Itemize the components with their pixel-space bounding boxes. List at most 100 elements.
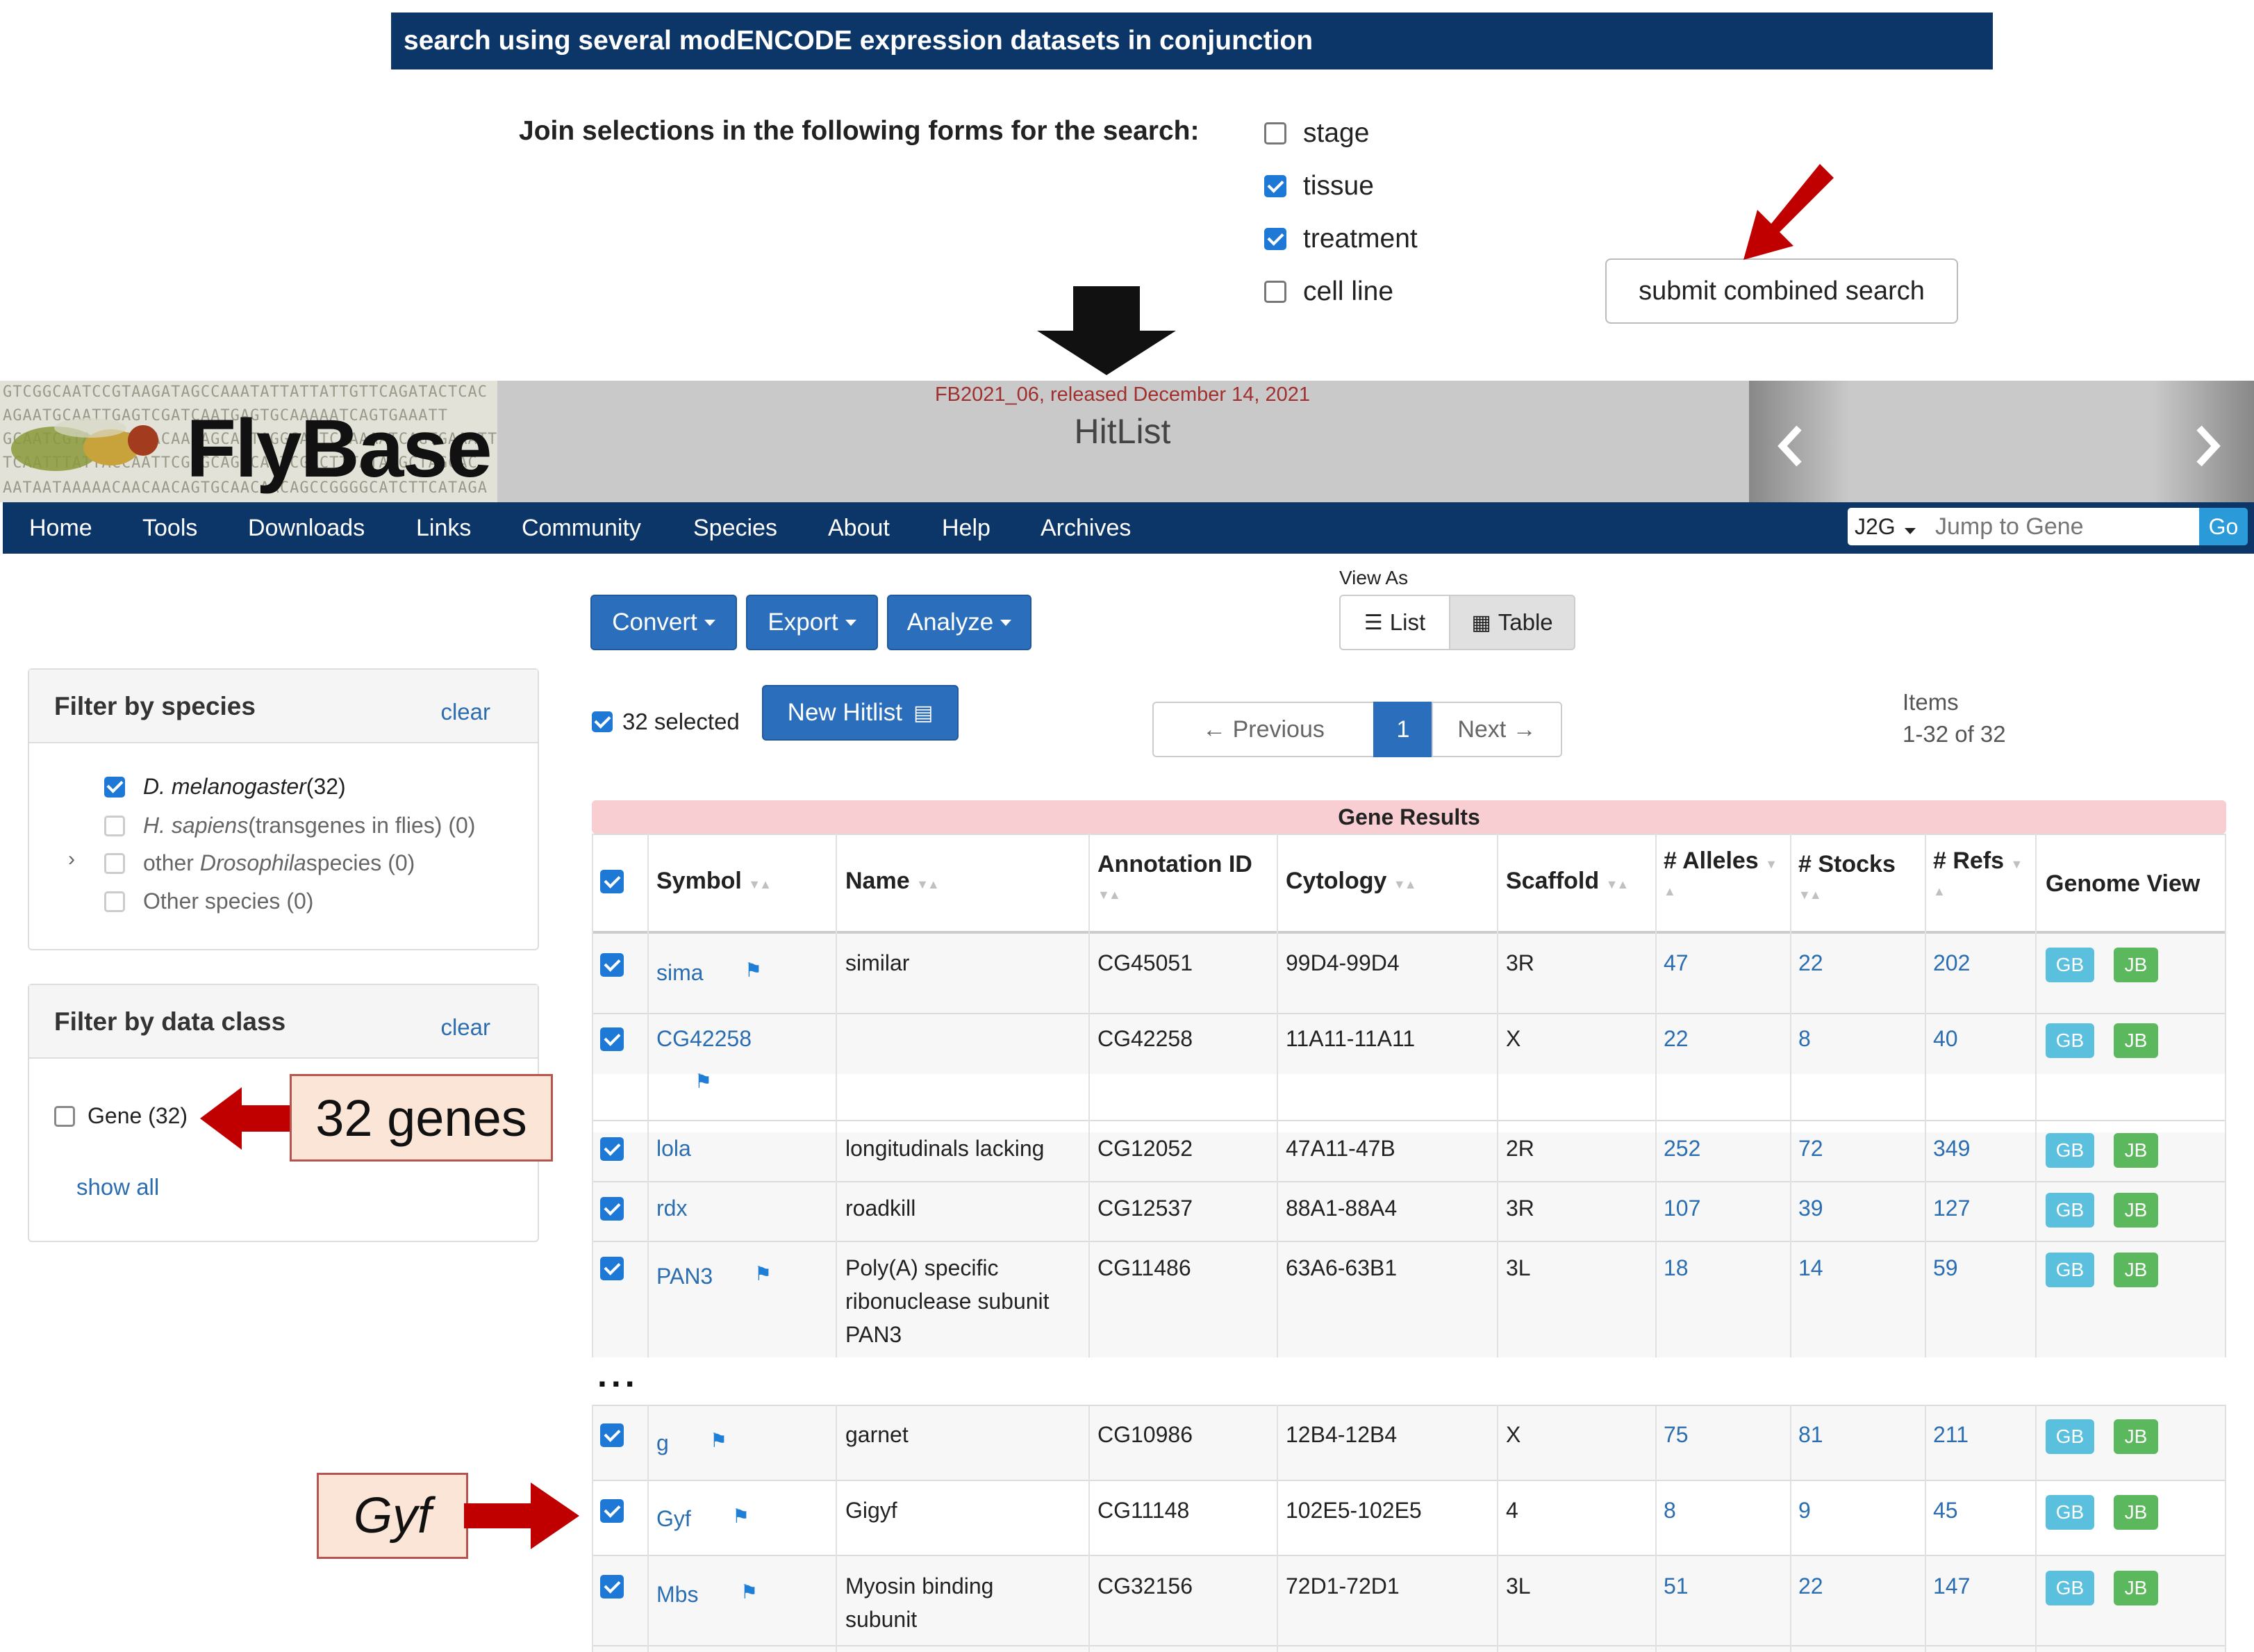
select-all-control[interactable]: 32 selected (592, 709, 740, 735)
jb-button[interactable]: JB (2114, 1023, 2158, 1058)
row-select-checkbox[interactable] (600, 1027, 624, 1051)
select-all-checkbox[interactable] (592, 711, 613, 732)
cell-line-checkbox[interactable] (1264, 281, 1286, 303)
option-stage[interactable]: stage (1264, 113, 1369, 154)
alleles-link[interactable]: 75 (1664, 1418, 1689, 1451)
tissue-checkbox[interactable] (1264, 175, 1286, 197)
gb-button[interactable]: GB (2046, 1023, 2094, 1058)
jb-button[interactable]: JB (2114, 1495, 2158, 1530)
option-treatment[interactable]: treatment (1264, 218, 1418, 260)
column-header-cytology[interactable]: Cytology ▼▲ (1286, 868, 1417, 895)
flag-icon[interactable]: ⚑ (732, 1505, 749, 1528)
column-header-symbol[interactable]: Symbol ▼▲ (656, 868, 772, 895)
jb-button[interactable]: JB (2114, 1419, 2158, 1454)
jb-button[interactable]: JB (2114, 1571, 2158, 1605)
stocks-link[interactable]: 72 (1798, 1132, 1823, 1165)
stocks-link[interactable]: 22 (1798, 1569, 1823, 1603)
gene-checkbox[interactable] (54, 1105, 75, 1127)
row-select-checkbox[interactable] (600, 1575, 624, 1599)
nav-species[interactable]: Species (693, 502, 777, 554)
refs-link[interactable]: 40 (1933, 1022, 1958, 1055)
gene-symbol-link[interactable]: Mbs (656, 1578, 698, 1611)
option-cell-line[interactable]: cell line (1264, 271, 1393, 313)
stage-checkbox[interactable] (1264, 122, 1286, 144)
alleles-link[interactable]: 18 (1664, 1251, 1689, 1285)
column-header-alleles[interactable]: # Alleles ▼ ▲ (1664, 848, 1777, 902)
gene-symbol-link[interactable]: lola (656, 1132, 691, 1165)
row-select-checkbox[interactable] (600, 1197, 624, 1221)
species-item-melanogaster[interactable]: D. melanogaster (32) (104, 774, 346, 800)
gb-button[interactable]: GB (2046, 1571, 2094, 1605)
nav-about[interactable]: About (828, 502, 890, 554)
refs-link[interactable]: 45 (1933, 1494, 1958, 1527)
view-table-button[interactable]: ▦ Table (1449, 595, 1575, 650)
nav-downloads[interactable]: Downloads (248, 502, 365, 554)
refs-link[interactable]: 147 (1933, 1569, 1970, 1603)
nav-tools[interactable]: Tools (142, 502, 197, 554)
alleles-link[interactable]: 107 (1664, 1191, 1700, 1225)
jb-button[interactable]: JB (2114, 948, 2158, 982)
species-item-other-drosophila[interactable]: other Drosophila species (0) (104, 850, 415, 876)
clear-species-link[interactable]: clear (440, 699, 490, 725)
gb-button[interactable]: GB (2046, 1495, 2094, 1530)
column-header-refs[interactable]: # Refs ▼ ▲ (1933, 848, 2023, 902)
view-list-button[interactable]: ☰ List (1339, 595, 1450, 650)
chevron-left-icon[interactable] (1777, 424, 1805, 468)
column-header-annotation-id[interactable]: Annotation ID ▼▲ (1097, 851, 1252, 905)
new-hitlist-button[interactable]: New Hitlist ▤ (762, 685, 959, 741)
refs-link[interactable]: 211 (1933, 1418, 1969, 1451)
species-checkbox[interactable] (104, 891, 125, 912)
gene-symbol-link[interactable]: rdx (656, 1191, 687, 1225)
refs-link[interactable]: 202 (1933, 946, 1970, 980)
species-item-other[interactable]: Other species (0) (104, 889, 313, 914)
analyze-button[interactable]: Analyze (887, 595, 1031, 650)
treatment-checkbox[interactable] (1264, 228, 1286, 250)
column-header-scaffold[interactable]: Scaffold ▼▲ (1506, 868, 1629, 895)
show-all-link[interactable]: show all (76, 1174, 159, 1200)
row-select-checkbox[interactable] (600, 1137, 624, 1161)
refs-link[interactable]: 59 (1933, 1251, 1958, 1285)
gene-symbol-link[interactable]: g (656, 1426, 669, 1460)
header-select-checkbox[interactable] (600, 870, 624, 893)
option-tissue[interactable]: tissue (1264, 165, 1374, 207)
stocks-link[interactable]: 9 (1798, 1494, 1811, 1527)
jb-button[interactable]: JB (2114, 1253, 2158, 1287)
go-button[interactable]: Go (2199, 508, 2248, 545)
stocks-link[interactable]: 14 (1798, 1251, 1823, 1285)
gene-symbol-link[interactable]: Gyf (656, 1502, 691, 1535)
jb-button[interactable]: JB (2114, 1133, 2158, 1168)
convert-button[interactable]: Convert (590, 595, 737, 650)
column-header-stocks[interactable]: # Stocks ▼▲ (1798, 851, 1896, 905)
stocks-link[interactable]: 39 (1798, 1191, 1823, 1225)
gb-button[interactable]: GB (2046, 1133, 2094, 1168)
alleles-link[interactable]: 47 (1664, 946, 1689, 980)
refs-link[interactable]: 127 (1933, 1191, 1970, 1225)
alleles-link[interactable]: 252 (1664, 1132, 1700, 1165)
alleles-link[interactable]: 22 (1664, 1022, 1689, 1055)
flag-icon[interactable]: ⚑ (695, 1070, 712, 1093)
species-checkbox[interactable] (104, 852, 125, 874)
row-select-checkbox[interactable] (600, 1257, 624, 1280)
expand-chevron-icon[interactable]: › (68, 848, 75, 871)
flybase-logo[interactable]: GTCGGCAATCCGTAAGATAGCCAAATATTATTATTGTTCA… (0, 381, 497, 502)
stocks-link[interactable]: 8 (1798, 1022, 1811, 1055)
jump-to-gene-input[interactable] (1928, 508, 2199, 545)
alleles-link[interactable]: 8 (1664, 1494, 1676, 1527)
next-page-button[interactable]: Next → (1432, 702, 1562, 757)
previous-page-button[interactable]: ← Previous (1152, 702, 1375, 757)
species-checkbox[interactable] (104, 776, 125, 798)
j2g-dropdown[interactable]: J2G (1848, 508, 1928, 545)
nav-archives[interactable]: Archives (1041, 502, 1131, 554)
stocks-link[interactable]: 22 (1798, 946, 1823, 980)
clear-dataclass-link[interactable]: clear (440, 1014, 490, 1041)
page-1-button[interactable]: 1 (1373, 702, 1433, 757)
gene-symbol-link[interactable]: CG42258 (656, 1022, 752, 1055)
flag-icon[interactable]: ⚑ (745, 959, 762, 982)
export-button[interactable]: Export (746, 595, 878, 650)
species-item-sapiens[interactable]: H. sapiens (transgenes in flies) (0) (104, 813, 475, 839)
alleles-link[interactable]: 51 (1664, 1569, 1689, 1603)
nav-help[interactable]: Help (942, 502, 991, 554)
column-header-name[interactable]: Name ▼▲ (845, 868, 940, 895)
row-select-checkbox[interactable] (600, 1499, 624, 1523)
chevron-right-icon[interactable] (2194, 424, 2221, 468)
